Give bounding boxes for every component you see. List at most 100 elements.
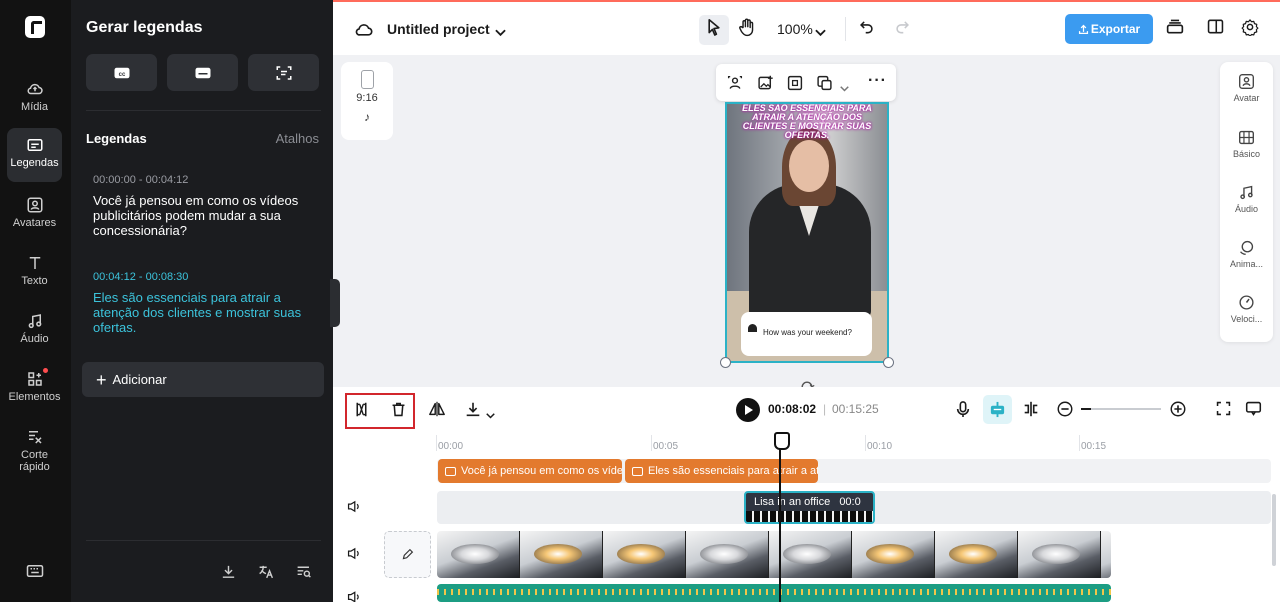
elements-icon (27, 372, 42, 386)
collapse-panel-handle[interactable] (330, 279, 340, 327)
rail-item-elements[interactable]: Elementos (7, 362, 62, 403)
flip-icon[interactable] (428, 400, 446, 423)
comment-icon[interactable] (1245, 400, 1262, 422)
auto-captions-button[interactable]: cc (86, 54, 157, 91)
track-volume-icon[interactable] (347, 547, 361, 565)
avatar-clip-filmstrip (746, 511, 873, 522)
time-ruler[interactable]: 00:00 00:05 00:10 00:15 (435, 435, 1280, 455)
select-pointer-icon[interactable] (706, 18, 722, 41)
settings-gear-icon[interactable] (1241, 18, 1259, 41)
caption-text[interactable]: Eles são essenciais para atrair a atençã… (93, 290, 323, 335)
more-options-icon[interactable]: ··· (868, 72, 887, 90)
caption-time: 00:04:12 - 00:08:30 (93, 271, 189, 283)
total-time: 00:15:25 (832, 402, 879, 416)
resize-handle-bottom-right[interactable] (883, 357, 894, 368)
rail-item-captions[interactable]: Legendas (7, 128, 62, 182)
prop-basic[interactable]: Básico (1220, 129, 1273, 159)
layout-panel-icon[interactable] (1207, 18, 1224, 40)
project-name[interactable]: Untitled project (387, 21, 490, 37)
avatar-clip[interactable]: Lisa in an office 00:0 (744, 491, 875, 524)
keyboard-icon[interactable] (26, 563, 44, 584)
redo-icon[interactable] (894, 18, 911, 40)
speed-gauge-icon (1239, 295, 1254, 310)
zoom-in-icon[interactable] (1169, 400, 1187, 423)
zoom-out-icon[interactable] (1056, 400, 1074, 423)
divider (845, 17, 846, 41)
music-icon (1240, 185, 1253, 200)
caption-item[interactable]: 00:00:00 - 00:04:12 Você já pensou em co… (93, 174, 323, 238)
split-icon[interactable] (353, 401, 370, 423)
chevron-down-icon[interactable] (495, 24, 506, 42)
resize-handle-bottom-left[interactable] (720, 357, 731, 368)
subtitle-clip[interactable]: Você já pensou em como os vídeos publici… (438, 459, 622, 483)
rail-item-audio[interactable]: Áudio (7, 304, 62, 345)
rail-label: Áudio (20, 333, 49, 345)
app-logo-icon[interactable] (25, 16, 45, 38)
time-separator: | (823, 402, 827, 416)
upload-icon (1078, 24, 1088, 34)
cloud-save-icon[interactable] (354, 20, 374, 43)
zoom-level[interactable]: 100% (777, 21, 813, 37)
fullscreen-icon[interactable] (1215, 400, 1232, 422)
layers-icon[interactable] (816, 75, 833, 96)
caption-time: 00:00:00 - 00:04:12 (93, 174, 189, 186)
shortcuts-link[interactable]: Atalhos (276, 131, 319, 146)
caption-item-active[interactable]: 00:04:12 - 00:08:30 Eles são essenciais … (93, 271, 323, 335)
edit-cover-button[interactable] (384, 531, 431, 578)
subtitle-clip[interactable]: Eles são essenciais para atrair a atençã… (625, 459, 818, 483)
presenter-face (789, 140, 829, 192)
export-button[interactable]: Exportar (1065, 14, 1153, 44)
stack-icon[interactable] (1166, 18, 1184, 41)
avatar-add-icon (1239, 74, 1254, 89)
rail-item-text[interactable]: Texto (7, 246, 62, 287)
microphone-icon[interactable] (955, 400, 971, 423)
prop-avatar[interactable]: Avatar (1220, 73, 1273, 103)
video-clip-headlights[interactable] (437, 531, 1111, 578)
hand-tool-icon[interactable] (738, 18, 756, 42)
download-icon[interactable] (464, 400, 482, 423)
subtitle-clip-icon (632, 466, 643, 476)
rail-item-avatars[interactable]: Avatares (7, 188, 62, 229)
translate-icon[interactable] (257, 563, 275, 585)
clip-thumbnail (686, 531, 769, 578)
undo-icon[interactable] (858, 18, 875, 40)
chat-text: How was your weekend? (763, 328, 852, 337)
scan-captions-button[interactable] (248, 54, 319, 91)
timeline-scrollbar[interactable] (1272, 494, 1276, 566)
captions-section-title: Legendas (86, 131, 147, 146)
play-button[interactable] (736, 398, 760, 422)
playhead[interactable] (774, 432, 790, 602)
timeline-zoom-slider[interactable] (1081, 408, 1161, 410)
crop-frame-icon[interactable] (787, 75, 803, 96)
video-preview[interactable]: ELES SÃO ESSENCIAIS PARA ATRAIR A ATENÇÃ… (725, 102, 889, 363)
prop-animation[interactable]: Anima... (1220, 239, 1273, 269)
chevron-down-icon[interactable] (840, 79, 849, 97)
track-volume-icon[interactable] (347, 590, 361, 602)
track-volume-icon[interactable] (347, 500, 361, 518)
download-icon[interactable] (220, 563, 237, 585)
caption-text[interactable]: Você já pensou em como os vídeos publici… (93, 193, 323, 238)
tiktok-icon: ♪ (364, 110, 370, 124)
add-image-icon[interactable] (757, 75, 774, 96)
overlay-caption-text[interactable]: ELES SÃO ESSENCIAIS PARA ATRAIR A ATENÇÃ… (731, 104, 883, 140)
ruler-tick: 00:05 (650, 435, 679, 452)
rail-item-quick-cut[interactable]: Corte rápido (7, 420, 62, 473)
prop-speed[interactable]: Veloci... (1220, 294, 1273, 324)
rail-item-media[interactable]: Mídia (7, 72, 62, 113)
audio-clip[interactable] (437, 584, 1111, 602)
zoom-chevron-icon[interactable] (815, 24, 826, 42)
prop-audio[interactable]: Áudio (1220, 184, 1273, 214)
export-label: Exportar (1090, 22, 1141, 36)
pencil-icon (402, 548, 414, 560)
add-caption-button[interactable]: + Adicionar (82, 362, 324, 397)
delete-trash-icon[interactable] (390, 401, 407, 423)
auto-snap-toggle[interactable] (983, 395, 1012, 424)
aspect-ratio-card[interactable]: 9:16 ♪ (341, 62, 393, 140)
prop-label: Avatar (1233, 93, 1260, 103)
chevron-down-icon[interactable] (486, 406, 495, 424)
chat-bubble[interactable]: How was your weekend? (741, 312, 872, 356)
manual-captions-button[interactable] (167, 54, 238, 91)
split-screen-icon[interactable] (1022, 400, 1040, 423)
search-replace-icon[interactable] (295, 563, 313, 585)
avatar-swap-icon[interactable] (727, 75, 743, 96)
